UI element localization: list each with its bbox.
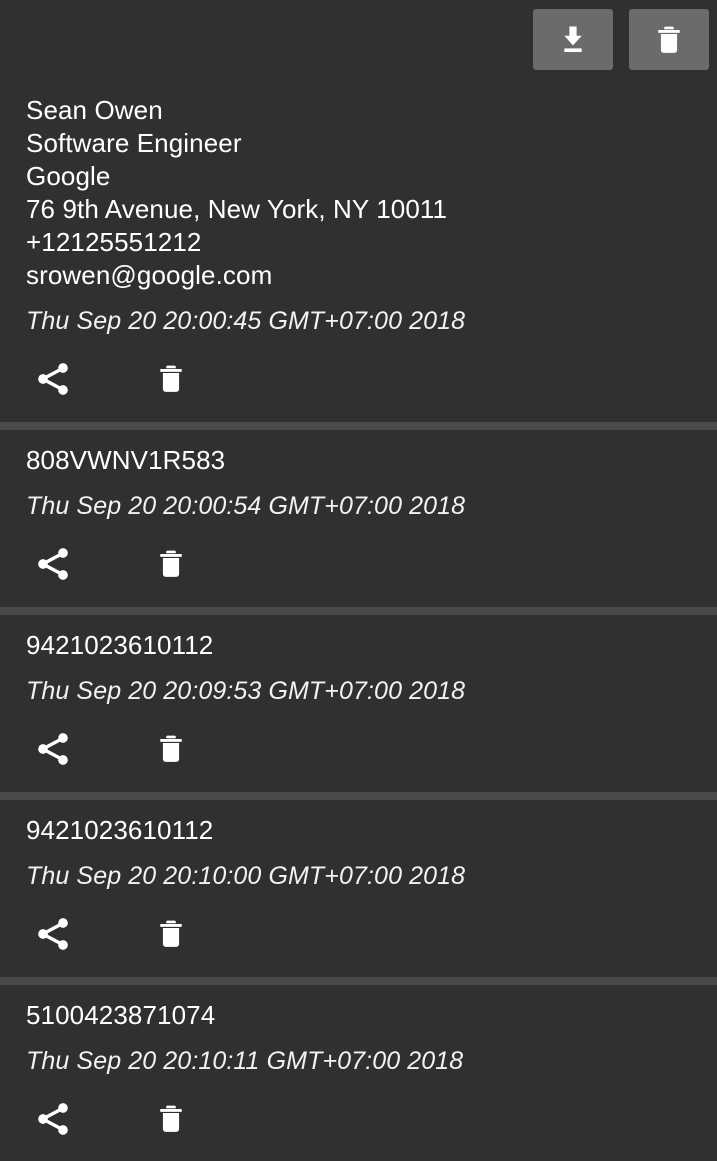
- trash-icon: [154, 1102, 188, 1141]
- share-button[interactable]: [30, 728, 76, 774]
- share-button[interactable]: [30, 913, 76, 959]
- download-icon: [555, 22, 591, 58]
- scan-contents: 9421023610112: [26, 630, 214, 660]
- scan-timestamp: Thu Sep 20 20:00:45 GMT+07:00 2018: [26, 307, 466, 335]
- history-item-text: Sean Owen Software Engineer Google 76 9t…: [0, 94, 717, 338]
- share-icon: [33, 1099, 73, 1144]
- trash-icon: [154, 362, 188, 401]
- history-item[interactable]: Sean Owen Software Engineer Google 76 9t…: [0, 80, 717, 422]
- save-history-button[interactable]: [533, 9, 613, 70]
- list-divider: [0, 607, 717, 615]
- history-item-actions: [0, 708, 717, 788]
- trash-icon: [154, 917, 188, 956]
- history-item-actions: [0, 338, 717, 418]
- scan-timestamp: Thu Sep 20 20:00:54 GMT+07:00 2018: [26, 492, 466, 520]
- list-divider: [0, 977, 717, 985]
- trash-icon: [154, 732, 188, 771]
- history-list[interactable]: Sean Owen Software Engineer Google 76 9t…: [0, 80, 717, 1161]
- toolbar: [0, 0, 717, 80]
- clear-history-button[interactable]: [629, 9, 709, 70]
- history-item[interactable]: 9421023610112 Thu Sep 20 20:09:53 GMT+07:…: [0, 615, 717, 792]
- scan-timestamp: Thu Sep 20 20:10:11 GMT+07:00 2018: [26, 1047, 464, 1075]
- history-item-actions: [0, 1078, 717, 1158]
- history-item-text: 5100423871074 Thu Sep 20 20:10:11 GMT+07:…: [0, 999, 717, 1078]
- scan-contents: 9421023610112: [26, 815, 214, 845]
- scan-timestamp: Thu Sep 20 20:10:00 GMT+07:00 2018: [26, 862, 466, 890]
- scan-contents: 5100423871074: [26, 1000, 216, 1030]
- history-item-actions: [0, 893, 717, 973]
- delete-button[interactable]: [148, 358, 194, 404]
- trash-icon: [652, 23, 686, 57]
- scan-timestamp: Thu Sep 20 20:09:53 GMT+07:00 2018: [26, 677, 466, 705]
- share-button[interactable]: [30, 543, 76, 589]
- history-item[interactable]: 808VWNV1R583 Thu Sep 20 20:00:54 GMT+07:0…: [0, 430, 717, 607]
- history-item-text: 9421023610112 Thu Sep 20 20:09:53 GMT+07:…: [0, 629, 717, 708]
- list-divider: [0, 422, 717, 430]
- history-item[interactable]: 5100423871074 Thu Sep 20 20:10:11 GMT+07:…: [0, 985, 717, 1161]
- share-button[interactable]: [30, 1098, 76, 1144]
- history-item-text: 808VWNV1R583 Thu Sep 20 20:00:54 GMT+07:0…: [0, 444, 717, 523]
- list-divider: [0, 792, 717, 800]
- delete-button[interactable]: [148, 728, 194, 774]
- share-icon: [33, 544, 73, 589]
- trash-icon: [154, 547, 188, 586]
- history-item-text: 9421023610112 Thu Sep 20 20:10:00 GMT+07:…: [0, 814, 717, 893]
- delete-button[interactable]: [148, 913, 194, 959]
- scan-contents: 808VWNV1R583: [26, 445, 226, 475]
- delete-button[interactable]: [148, 543, 194, 589]
- share-button[interactable]: [30, 358, 76, 404]
- history-item[interactable]: 9421023610112 Thu Sep 20 20:10:00 GMT+07:…: [0, 800, 717, 977]
- scan-contents: Sean Owen Software Engineer Google 76 9t…: [26, 95, 448, 290]
- delete-button[interactable]: [148, 1098, 194, 1144]
- history-item-actions: [0, 523, 717, 603]
- share-icon: [33, 914, 73, 959]
- share-icon: [33, 729, 73, 774]
- share-icon: [33, 359, 73, 404]
- history-screen: Sean Owen Software Engineer Google 76 9t…: [0, 0, 717, 1161]
